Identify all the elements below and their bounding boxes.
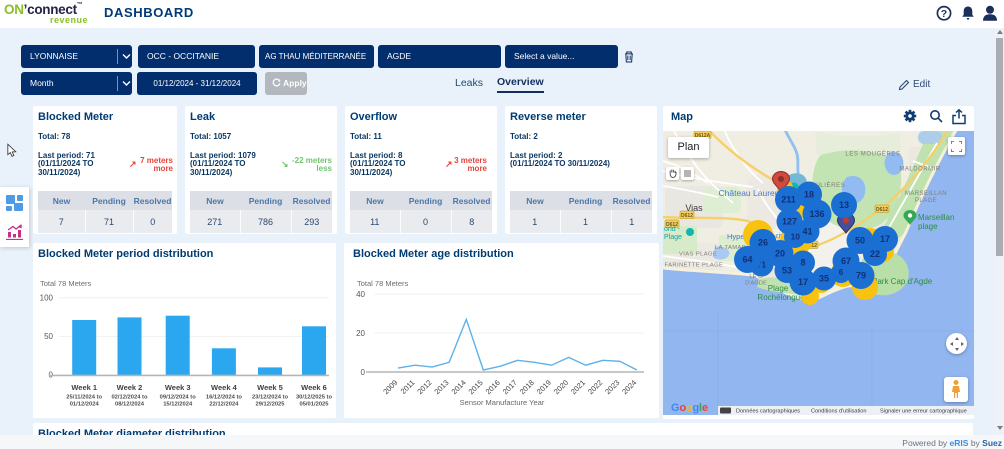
svg-text:2013: 2013 (432, 378, 450, 396)
svg-text:8: 8 (800, 258, 805, 268)
svg-text:16/12/2024 to: 16/12/2024 to (206, 395, 243, 401)
svg-text:2014: 2014 (450, 378, 468, 396)
svg-text:Plage: Plage (768, 284, 789, 293)
svg-text:26: 26 (758, 238, 768, 248)
svg-text:Week 1: Week 1 (71, 383, 97, 392)
svg-text:211: 211 (781, 195, 796, 205)
svg-text:127: 127 (782, 217, 797, 227)
svg-text:plage: plage (918, 222, 938, 231)
svg-text:orld -: orld - (664, 226, 681, 233)
svg-text:25/11/2024 to: 25/11/2024 to (66, 395, 102, 401)
svg-text:136: 136 (809, 209, 824, 219)
svg-text:67: 67 (841, 256, 851, 266)
svg-text:2012: 2012 (415, 378, 433, 396)
svg-text:Marseillan: Marseillan (918, 213, 954, 222)
svg-text:23/12/2024 to: 23/12/2024 to (252, 395, 289, 401)
svg-text:D612: D612 (876, 207, 888, 213)
svg-text:10: 10 (791, 232, 801, 242)
svg-text:Week 2: Week 2 (117, 383, 143, 392)
svg-text:22/12/2024: 22/12/2024 (209, 402, 239, 408)
svg-text:?: ? (941, 8, 947, 20)
svg-text:100: 100 (40, 294, 54, 303)
svg-text:53: 53 (782, 266, 792, 276)
svg-text:D'AGDE: D'AGDE (745, 281, 767, 287)
svg-text:2016: 2016 (484, 378, 502, 396)
svg-text:13: 13 (839, 200, 849, 210)
svg-text:05/01/2025: 05/01/2025 (299, 402, 329, 408)
svg-text:41: 41 (802, 227, 812, 237)
svg-text:MARSEILLAN: MARSEILLAN (905, 191, 947, 197)
svg-text:Sensor Manufacture Year: Sensor Manufacture Year (460, 398, 545, 407)
svg-text:17: 17 (798, 277, 808, 287)
svg-text:Conditions d'utilisation: Conditions d'utilisation (811, 409, 866, 415)
svg-text:2021: 2021 (569, 378, 587, 396)
svg-text:e: e (702, 402, 708, 414)
svg-text:Données cartographiques: Données cartographiques (736, 409, 800, 415)
svg-text:2015: 2015 (467, 378, 485, 396)
svg-text:30/12/2025 to: 30/12/2025 to (296, 395, 333, 401)
svg-text:2022: 2022 (586, 378, 604, 396)
svg-text:Week 6: Week 6 (301, 383, 327, 392)
svg-text:09/12/2024 to: 09/12/2024 to (160, 395, 197, 401)
svg-text:LES MOUGÈRES: LES MOUGÈRES (845, 151, 900, 158)
svg-text:Vias: Vias (685, 203, 703, 213)
svg-text:Plage: Plage (664, 234, 682, 241)
svg-text:VIAS PLAGE: VIAS PLAGE (679, 252, 717, 258)
svg-text:Signaler une erreur cartograph: Signaler une erreur cartographique (880, 409, 967, 415)
svg-text:08/12/2024: 08/12/2024 (115, 402, 145, 408)
svg-text:15/12/2024: 15/12/2024 (163, 402, 193, 408)
svg-text:2023: 2023 (603, 378, 621, 396)
svg-text:50: 50 (855, 236, 865, 246)
svg-text:G: G (671, 402, 680, 414)
svg-text:2017: 2017 (501, 378, 519, 396)
svg-text:29/12/2025: 29/12/2025 (255, 402, 285, 408)
svg-text:Week 3: Week 3 (165, 383, 191, 392)
svg-text:FARINETTE PLAGE: FARINETTE PLAGE (665, 263, 724, 269)
svg-text:20: 20 (775, 249, 785, 259)
svg-text:2019: 2019 (535, 378, 553, 396)
svg-text:0: 0 (361, 368, 366, 377)
svg-text:79: 79 (856, 271, 866, 281)
svg-text:Week 5: Week 5 (257, 383, 283, 392)
svg-text:2018: 2018 (518, 378, 536, 396)
svg-text:2009: 2009 (381, 378, 399, 396)
svg-text:Park Cap d'Agde: Park Cap d'Agde (872, 277, 933, 286)
svg-text:18: 18 (804, 190, 814, 200)
svg-text:50: 50 (44, 332, 53, 341)
svg-text:D612: D612 (681, 213, 693, 219)
svg-text:PLAGE: PLAGE (915, 198, 937, 204)
svg-text:35: 35 (819, 274, 829, 284)
svg-text:01/12/2024: 01/12/2024 (70, 402, 100, 408)
svg-text:02/12/2024 to: 02/12/2024 to (111, 395, 148, 401)
svg-text:40: 40 (356, 290, 365, 299)
svg-text:2020: 2020 (552, 378, 570, 396)
svg-text:MALDORMIR: MALDORMIR (899, 167, 940, 173)
svg-text:17: 17 (880, 234, 890, 244)
svg-text:22: 22 (870, 249, 880, 259)
svg-text:Château Lauren: Château Lauren (719, 188, 780, 198)
svg-text:64: 64 (742, 255, 752, 265)
svg-text:6: 6 (839, 268, 844, 277)
svg-text:2011: 2011 (399, 378, 417, 396)
svg-text:20: 20 (356, 329, 365, 338)
svg-text:2024: 2024 (620, 378, 638, 396)
svg-text:Week 4: Week 4 (211, 383, 238, 392)
